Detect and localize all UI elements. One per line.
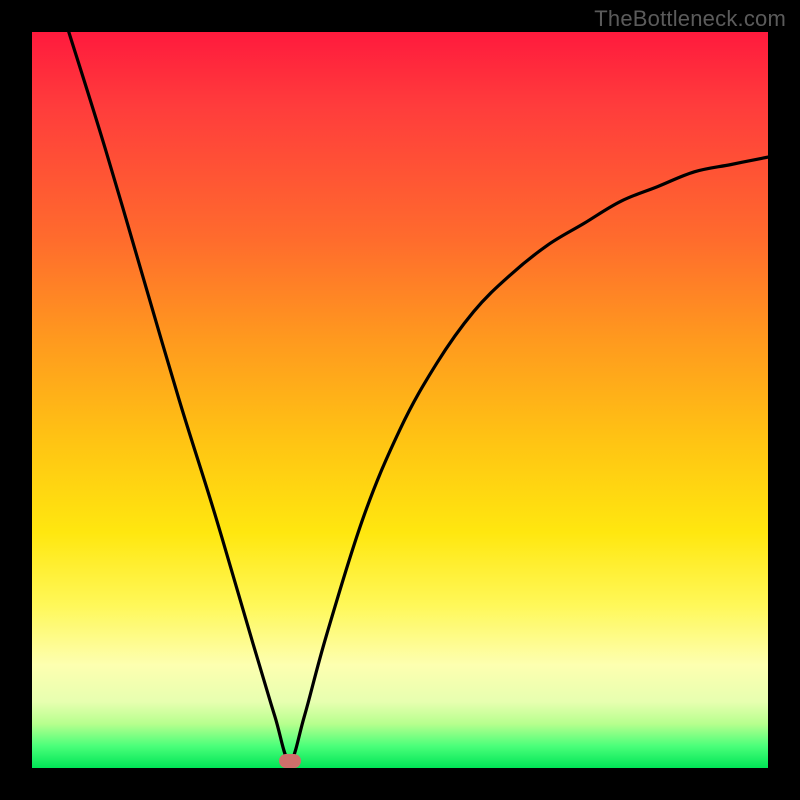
outer-frame: TheBottleneck.com — [0, 0, 800, 800]
bottleneck-curve — [32, 32, 768, 768]
curve-path — [69, 32, 768, 761]
plot-area — [32, 32, 768, 768]
watermark-text: TheBottleneck.com — [594, 6, 786, 32]
optimal-marker — [279, 754, 301, 768]
